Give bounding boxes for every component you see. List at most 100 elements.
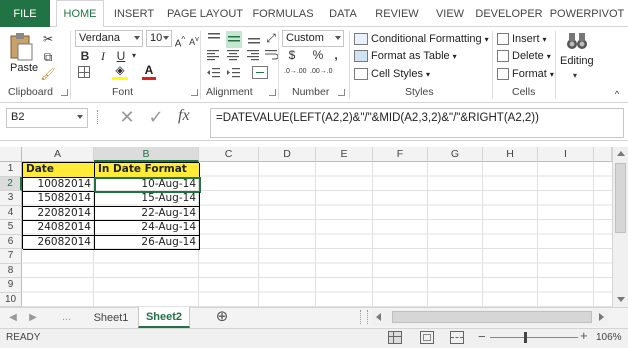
tab-review[interactable]: REVIEW: [372, 0, 422, 27]
conditional-formatting-button[interactable]: Conditional Formatting ▾: [354, 30, 489, 48]
tab-page-layout[interactable]: PAGE LAYOUT: [166, 0, 244, 27]
cell-b3[interactable]: 15-Aug-14: [95, 192, 200, 207]
scroll-right-icon[interactable]: [599, 313, 604, 321]
increase-decimal-icon[interactable]: .0→.00: [284, 66, 307, 78]
top-align-icon[interactable]: [206, 31, 222, 48]
increase-indent-icon[interactable]: [226, 67, 242, 82]
comma-style-icon[interactable]: ,: [330, 47, 342, 63]
scroll-left-icon[interactable]: [376, 313, 381, 321]
formula-bar-splitter[interactable]: [97, 110, 99, 124]
cell-a1[interactable]: Date: [23, 163, 95, 178]
row-header-7[interactable]: 7: [0, 249, 22, 264]
sheet-next-icon[interactable]: ▶: [28, 310, 38, 326]
enter-icon[interactable]: ✓: [147, 106, 165, 128]
row-header-3[interactable]: 3: [0, 191, 22, 206]
scroll-down-icon[interactable]: [617, 297, 625, 302]
normal-view-icon[interactable]: [388, 331, 402, 344]
row-header-2[interactable]: 2: [0, 176, 22, 191]
zoom-level[interactable]: 106%: [596, 332, 622, 343]
tab-formulas[interactable]: FORMULAS: [252, 0, 314, 27]
orientation-icon[interactable]: ⤢: [264, 30, 278, 46]
column-header-h[interactable]: H: [483, 147, 538, 162]
cell-b2[interactable]: 10-Aug-14: [94, 176, 201, 193]
horizontal-scroll-thumb[interactable]: [392, 311, 592, 323]
cancel-icon[interactable]: ✕: [118, 106, 136, 128]
zoom-in-button[interactable]: +: [580, 329, 588, 342]
decrease-decimal-icon[interactable]: .00→.0: [310, 66, 333, 78]
cut-icon[interactable]: ✂: [40, 31, 56, 47]
column-header-a[interactable]: A: [22, 147, 94, 162]
formula-input[interactable]: =DATEVALUE(LEFT(A2,2)&"/"&MID(A2,3,2)&"/…: [210, 108, 624, 138]
sheet-ellipsis[interactable]: ...: [62, 311, 71, 323]
page-layout-view-icon[interactable]: [420, 331, 434, 344]
grow-font-icon[interactable]: A^: [174, 31, 186, 52]
select-all-corner[interactable]: [0, 147, 22, 162]
number-format-select[interactable]: Custom: [282, 30, 344, 47]
merge-center-icon[interactable]: [252, 66, 268, 79]
shrink-font-icon[interactable]: Av: [188, 31, 200, 50]
tab-data[interactable]: DATA: [322, 0, 364, 27]
cell-b4[interactable]: 22-Aug-14: [95, 206, 200, 221]
bold-button[interactable]: B: [78, 48, 92, 64]
underline-button[interactable]: U: [114, 48, 128, 64]
zoom-out-button[interactable]: −: [478, 330, 486, 343]
column-header-g[interactable]: G: [428, 147, 483, 162]
cell-b6[interactable]: 26-Aug-14: [95, 235, 200, 250]
align-center-icon[interactable]: [226, 49, 242, 64]
row-header-4[interactable]: 4: [0, 205, 22, 220]
cell-a2[interactable]: 10082014: [23, 177, 95, 192]
decrease-indent-icon[interactable]: [206, 67, 222, 82]
row-header-6[interactable]: 6: [0, 234, 22, 249]
name-box[interactable]: B2: [6, 108, 88, 128]
insert-function-icon[interactable]: fx: [178, 107, 190, 125]
column-header-d[interactable]: D: [259, 147, 316, 162]
bottom-align-icon[interactable]: [246, 31, 262, 48]
collapse-ribbon-icon[interactable]: ^: [612, 86, 622, 102]
zoom-slider-thumb[interactable]: [524, 332, 527, 343]
font-color-icon[interactable]: A: [142, 64, 156, 80]
tab-split-handle[interactable]: [360, 310, 368, 324]
cell-a6[interactable]: 26082014: [23, 235, 95, 250]
file-tab[interactable]: FILE: [0, 0, 50, 27]
borders-icon[interactable]: [78, 66, 90, 78]
fill-color-icon[interactable]: ◈: [112, 64, 128, 80]
tab-developer[interactable]: DEVELOPER: [475, 0, 542, 27]
tab-home[interactable]: HOME: [56, 0, 104, 28]
vertical-scroll-thumb[interactable]: [615, 163, 626, 233]
cell-a3[interactable]: 15082014: [23, 192, 95, 207]
column-header-f[interactable]: F: [373, 147, 428, 162]
font-family-select[interactable]: Verdana: [75, 30, 143, 47]
percent-style-icon[interactable]: %: [312, 47, 324, 63]
add-sheet-button[interactable]: ⊕: [214, 309, 230, 325]
number-launcher-icon[interactable]: [338, 89, 345, 96]
currency-format-icon[interactable]: $: [284, 47, 300, 63]
sheet-prev-icon[interactable]: ◀: [8, 310, 18, 326]
format-as-table-button[interactable]: Format as Table ▾: [354, 47, 457, 65]
insert-cells-button[interactable]: Insert ▾: [497, 30, 547, 48]
zoom-slider[interactable]: [490, 337, 578, 338]
align-left-icon[interactable]: [206, 49, 222, 64]
font-launcher-icon[interactable]: [191, 89, 198, 96]
format-painter-icon[interactable]: 🖌: [40, 66, 56, 82]
row-header-10[interactable]: 10: [0, 292, 22, 307]
font-size-select[interactable]: 10: [146, 30, 172, 47]
underline-dropdown-icon[interactable]: ▾: [130, 48, 138, 64]
cell-styles-button[interactable]: Cell Styles ▾: [354, 65, 430, 83]
column-header-c[interactable]: C: [199, 147, 259, 162]
cell-a4[interactable]: 22082014: [23, 206, 95, 221]
cell-a5[interactable]: 24082014: [23, 221, 95, 236]
format-cells-button[interactable]: Format ▾: [497, 65, 554, 83]
row-header-1[interactable]: 1: [0, 162, 22, 177]
row-header-8[interactable]: 8: [0, 263, 22, 278]
sheet-tab-sheet2[interactable]: Sheet2: [138, 307, 190, 328]
alignment-launcher-icon[interactable]: [269, 89, 276, 96]
editing-button[interactable]: Editing: [560, 55, 594, 67]
page-break-view-icon[interactable]: [450, 331, 464, 344]
horizontal-scrollbar[interactable]: [372, 309, 608, 326]
tab-powerpivot[interactable]: POWERPIVOT: [550, 0, 625, 27]
row-header-9[interactable]: 9: [0, 278, 22, 293]
clipboard-launcher-icon[interactable]: [61, 89, 68, 96]
sheet-tab-sheet1[interactable]: Sheet1: [84, 307, 138, 328]
copy-icon[interactable]: ⧉: [40, 49, 56, 65]
cell-b1[interactable]: In Date Format: [95, 163, 200, 178]
